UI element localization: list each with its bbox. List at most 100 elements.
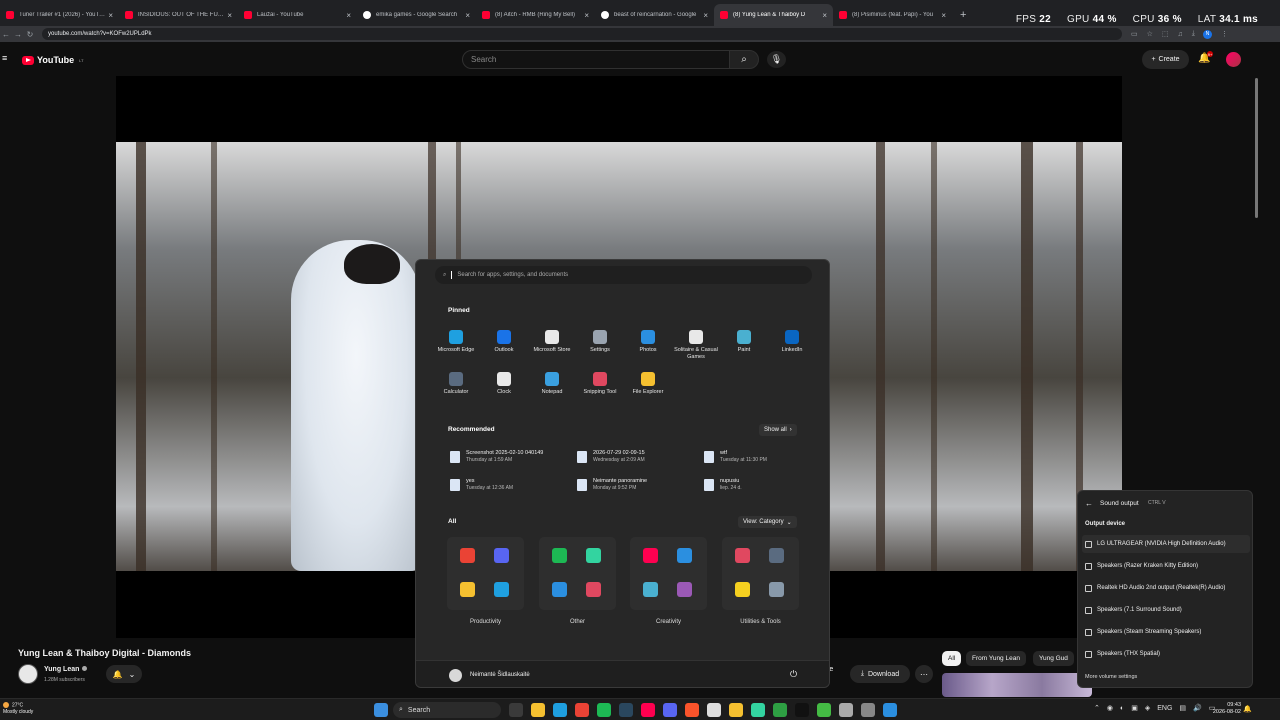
volume-icon[interactable]: 🔊 xyxy=(1193,704,1202,712)
chip-all[interactable]: All xyxy=(942,651,962,666)
tray-app-icon[interactable]: ◐ xyxy=(1120,705,1124,712)
app-icon[interactable] xyxy=(769,582,784,597)
show-all-button[interactable]: Show all › xyxy=(759,424,797,436)
taskbar-app-icon[interactable] xyxy=(509,703,523,717)
pinned-app[interactable]: Outlook xyxy=(480,330,528,354)
taskbar-search[interactable]: ⌕ Search xyxy=(393,702,501,718)
app-icon[interactable] xyxy=(677,548,692,563)
clock[interactable]: 09:43 2026-08-02 xyxy=(1208,702,1241,716)
pinned-app[interactable]: Snipping Tool xyxy=(576,372,624,396)
browser-tab[interactable]: Laužai - YouTube × xyxy=(238,4,357,26)
browser-tab[interactable]: (8) Yung Lean & Thaiboy D × xyxy=(714,4,833,26)
output-device-option[interactable]: Speakers (Steam Streaming Speakers) xyxy=(1082,623,1250,641)
close-icon[interactable]: × xyxy=(584,11,589,20)
chip-from-channel[interactable]: From Yung Lean xyxy=(966,651,1026,666)
close-icon[interactable]: × xyxy=(346,11,351,20)
chip-related[interactable]: Yung Gud xyxy=(1033,651,1074,666)
pinned-app[interactable]: File Explorer xyxy=(624,372,672,396)
download-button[interactable]: ⤓ Download xyxy=(850,665,910,683)
new-tab-button[interactable]: + xyxy=(952,4,974,26)
youtube-logo[interactable]: YouTube LT xyxy=(22,55,84,65)
start-icon[interactable] xyxy=(374,703,388,717)
taskbar-app-icon[interactable] xyxy=(729,703,743,717)
output-device-option[interactable]: Realtek HD Audio 2nd output (Realtek(R) … xyxy=(1082,579,1250,597)
tray-app-icon[interactable]: ▣ xyxy=(1131,704,1138,712)
notifications-icon[interactable]: 🔔 xyxy=(1243,705,1252,713)
taskbar-app-icon[interactable] xyxy=(773,703,787,717)
close-icon[interactable]: × xyxy=(941,11,946,20)
more-volume-settings-link[interactable]: More volume settings xyxy=(1085,674,1137,680)
taskbar-app-icon[interactable] xyxy=(817,703,831,717)
media-icon[interactable]: ♫ xyxy=(1178,31,1183,38)
category-folder[interactable] xyxy=(722,537,799,610)
menu-icon[interactable]: ⋮ xyxy=(1221,30,1228,38)
pinned-app[interactable]: Clock xyxy=(480,372,528,396)
app-icon[interactable] xyxy=(677,582,692,597)
pinned-app[interactable]: Solitaire & Casual Games xyxy=(672,330,720,361)
taskbar-app-icon[interactable] xyxy=(531,703,545,717)
search-input[interactable]: Search xyxy=(462,50,730,69)
pinned-app[interactable]: Microsoft Edge xyxy=(432,330,480,354)
pinned-app[interactable]: Calculator xyxy=(432,372,480,396)
category-folder[interactable] xyxy=(447,537,524,610)
browser-tab[interactable]: emika games - Google Search × xyxy=(357,4,476,26)
app-icon[interactable] xyxy=(586,548,601,563)
pinned-app[interactable]: Paint xyxy=(720,330,768,354)
user-name[interactable]: Neimantė Šidlauskaitė xyxy=(470,672,530,678)
pinned-app[interactable]: Notepad xyxy=(528,372,576,396)
app-icon[interactable] xyxy=(643,548,658,563)
app-icon[interactable] xyxy=(460,548,475,563)
taskbar-app-icon[interactable] xyxy=(685,703,699,717)
taskbar-app-icon[interactable] xyxy=(839,703,853,717)
app-icon[interactable] xyxy=(552,582,567,597)
browser-tab[interactable]: beast of reincarnation - Google × xyxy=(595,4,714,26)
extensions-icon[interactable]: ⬚ xyxy=(1162,30,1169,38)
bookmark-icon[interactable]: ☆ xyxy=(1147,30,1153,38)
cast-icon[interactable]: ▭ xyxy=(1131,30,1138,38)
app-icon[interactable] xyxy=(460,582,475,597)
forward-icon[interactable]: → xyxy=(12,30,24,39)
hamburger-icon[interactable]: ≡ xyxy=(2,54,10,63)
tray-app-icon[interactable]: ◉ xyxy=(1107,704,1113,712)
notification-bell-button[interactable]: 🔔 ⌄ xyxy=(106,665,142,683)
tray-app-icon[interactable]: ◈ xyxy=(1145,704,1150,712)
browser-tab[interactable]: INSIDIOUS: OUT OF THE FURTHER× xyxy=(119,4,238,26)
view-category-button[interactable]: View: Category ⌄ xyxy=(738,516,797,528)
app-icon[interactable] xyxy=(643,582,658,597)
recommended-item[interactable]: Neimante panoramine Monday at 9:52 PM xyxy=(577,478,647,492)
app-icon[interactable] xyxy=(494,582,509,597)
profile-avatar[interactable]: N xyxy=(1202,29,1212,39)
taskbar-app-icon[interactable] xyxy=(751,703,765,717)
browser-tab[interactable]: (8) Pisiminus (feat. Papi) - You × xyxy=(833,4,952,26)
pinned-app[interactable]: Settings xyxy=(576,330,624,354)
app-icon[interactable] xyxy=(494,548,509,563)
taskbar-app-icon[interactable] xyxy=(619,703,633,717)
app-icon[interactable] xyxy=(735,548,750,563)
recommended-item[interactable]: Screenshot 2025-02-10 040149 Thursday at … xyxy=(450,450,543,464)
back-arrow-icon[interactable]: ← xyxy=(1085,499,1093,508)
app-icon[interactable] xyxy=(769,548,784,563)
recommended-item[interactable]: 2026-07-29 02-09-15 Wednesday at 2:09 AM xyxy=(577,450,645,464)
channel-avatar[interactable] xyxy=(18,664,38,684)
close-icon[interactable]: × xyxy=(703,11,708,20)
close-icon[interactable]: × xyxy=(227,11,232,20)
page-scrollbar[interactable] xyxy=(1255,78,1258,218)
close-icon[interactable]: × xyxy=(108,11,113,20)
weather-widget[interactable]: 27°C Mostly cloudy xyxy=(3,702,33,716)
create-button[interactable]: + Create xyxy=(1142,50,1189,69)
user-avatar[interactable] xyxy=(449,669,462,682)
taskbar-app-icon[interactable] xyxy=(553,703,567,717)
chevron-up-icon[interactable]: ⌃ xyxy=(1094,704,1100,712)
recommended-video-thumbnail[interactable] xyxy=(942,673,1092,697)
power-icon[interactable]: ⏻ xyxy=(790,669,797,680)
taskbar-app-icon[interactable] xyxy=(707,703,721,717)
url-input[interactable]: youtube.com/watch?v=KOFw2UPLdPk xyxy=(42,28,1122,40)
recommended-item[interactable]: wtf Tuesday at 11:30 PM xyxy=(704,450,767,464)
pinned-app[interactable]: Photos xyxy=(624,330,672,354)
app-icon[interactable] xyxy=(586,582,601,597)
channel-name[interactable]: Yung Lean xyxy=(44,666,88,673)
output-device-option[interactable]: LG ULTRAGEAR (NVIDIA High Definition Aud… xyxy=(1082,535,1250,553)
category-folder[interactable] xyxy=(539,537,616,610)
pinned-app[interactable]: LinkedIn xyxy=(768,330,816,354)
recommended-item[interactable]: nupusiu liep. 24 d. xyxy=(704,478,742,492)
